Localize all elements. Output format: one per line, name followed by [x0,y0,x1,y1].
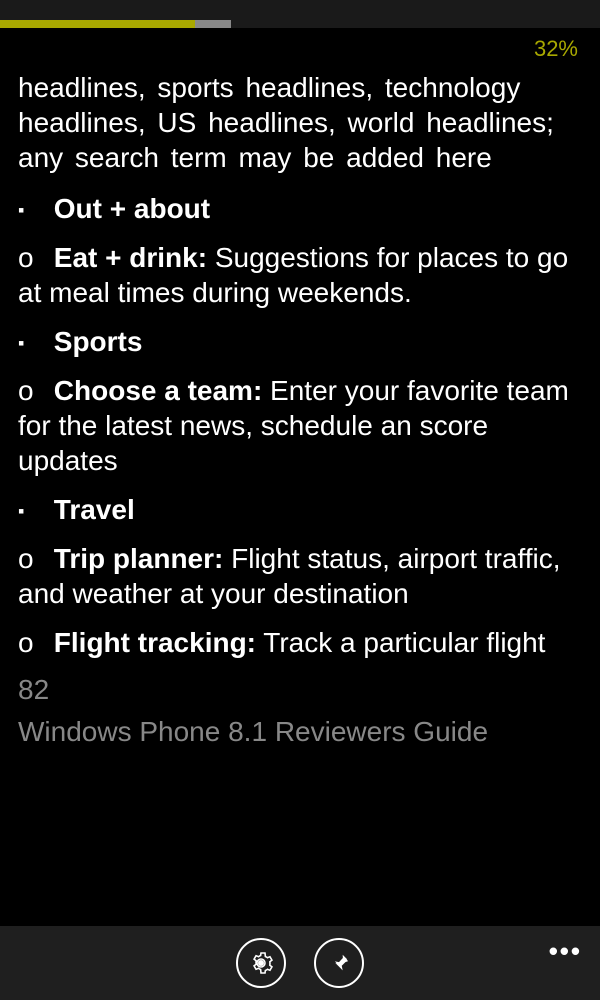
circle-bullet-icon [18,240,46,275]
more-button[interactable]: ••• [549,936,582,967]
settings-button[interactable] [236,938,286,988]
circle-bullet-icon [18,625,46,660]
heading-text: Out + about [54,193,210,224]
square-bullet-icon [18,492,46,527]
square-bullet-icon [18,191,46,226]
progress-thumb [195,20,231,28]
item-label: Eat + drink: [54,242,207,273]
item-flight-tracking: Flight tracking: Track a particular flig… [18,625,582,660]
circle-bullet-icon [18,373,46,408]
heading-travel: Travel [18,492,582,527]
item-choose-team: Choose a team: Enter your favorite team … [18,373,582,478]
pin-icon [328,952,350,974]
item-label: Flight tracking: [54,627,256,658]
circle-bullet-icon [18,541,46,576]
system-bar [0,0,600,20]
progress-fill [0,20,195,28]
gear-icon [249,951,273,975]
item-eat-drink: Eat + drink: Suggestions for places to g… [18,240,582,310]
item-label: Trip planner: [54,543,224,574]
document-content[interactable]: 32% headlines, sports headlines, technol… [0,28,600,926]
item-label: Choose a team: [54,375,263,406]
page-number: 82 [18,674,582,706]
heading-sports: Sports [18,324,582,359]
item-trip-planner: Trip planner: Flight status, airport tra… [18,541,582,611]
intro-paragraph: headlines, sports headlines, technology … [18,70,582,175]
progress-percent: 32% [18,36,582,62]
heading-text: Sports [54,326,143,357]
document-title: Windows Phone 8.1 Reviewers Guide [18,716,582,748]
reading-progress-bar[interactable] [0,20,600,28]
app-bar: ••• [0,926,600,1000]
item-text: Track a particular flight [256,627,545,658]
square-bullet-icon [18,324,46,359]
heading-out-about: Out + about [18,191,582,226]
heading-text: Travel [54,494,135,525]
pin-button[interactable] [314,938,364,988]
